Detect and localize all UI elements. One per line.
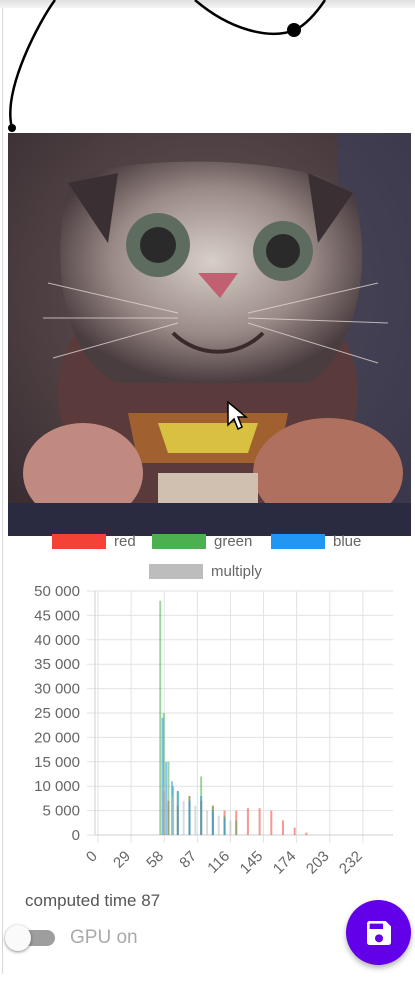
- x-tick-label: 0: [83, 848, 101, 866]
- y-tick-label: 50 000: [34, 583, 80, 600]
- bar-multiply: [170, 795, 173, 835]
- bar-multiply: [229, 820, 232, 835]
- y-tick-label: 15 000: [34, 754, 80, 771]
- y-tick-label: 20 000: [34, 729, 80, 746]
- x-tick-label: 145: [237, 848, 267, 878]
- y-tick-label: 25 000: [34, 705, 80, 722]
- legend-item-blue[interactable]: blue: [271, 533, 361, 550]
- bar-blue: [188, 800, 191, 835]
- legend-swatch-blue: [271, 534, 325, 549]
- bar-blue: [200, 795, 203, 835]
- y-tick-label: 0: [72, 827, 80, 844]
- y-tick-label: 5 000: [42, 803, 80, 820]
- legend-label: red: [114, 533, 136, 550]
- bar-red: [281, 820, 284, 835]
- x-tick-label: 58: [143, 848, 167, 872]
- x-tick-label: 116: [204, 848, 233, 877]
- legend-item-red[interactable]: red: [52, 533, 136, 550]
- bar-multiply: [194, 805, 197, 835]
- save-button[interactable]: [346, 900, 411, 965]
- bar-green: [235, 820, 238, 835]
- bar-multiply: [182, 800, 185, 835]
- bar-blue: [223, 817, 226, 835]
- gpu-toggle[interactable]: [5, 925, 59, 951]
- computed-time-text: computed time 87: [25, 891, 161, 910]
- legend-label: blue: [333, 533, 362, 550]
- bar-blue: [165, 761, 168, 835]
- legend-swatch-red: [52, 534, 106, 549]
- bar-red: [305, 832, 308, 835]
- legend-label: green: [214, 533, 253, 550]
- y-tick-label: 35 000: [34, 656, 80, 673]
- bar-multiply: [217, 815, 220, 835]
- mouse-cursor-icon: [227, 401, 249, 431]
- gpu-toggle-label: GPU on: [70, 927, 138, 948]
- y-tick-label: 30 000: [34, 681, 80, 698]
- bar-green: [159, 600, 162, 835]
- legend-item-multiply[interactable]: multiply: [149, 563, 262, 580]
- bar-blue: [211, 810, 214, 835]
- bar-multiply: [206, 810, 209, 835]
- legend-item-green[interactable]: green: [152, 533, 252, 550]
- bar-red: [258, 808, 261, 835]
- bar-green: [167, 761, 170, 835]
- bar-red: [293, 827, 296, 835]
- toggle-knob: [5, 925, 31, 951]
- x-tick-label: 174: [270, 848, 300, 878]
- bar-blue: [176, 791, 179, 835]
- chart-legend: red green blue multiply: [0, 532, 415, 580]
- bar-multiply: [162, 786, 165, 835]
- x-tick-label: 29: [110, 848, 134, 872]
- y-tick-label: 45 000: [34, 607, 80, 624]
- x-tick-label: 87: [176, 848, 200, 872]
- y-tick-label: 40 000: [34, 632, 80, 649]
- x-tick-label: 232: [336, 848, 366, 878]
- bar-red: [246, 808, 249, 835]
- cat-image: [8, 133, 411, 536]
- legend-label: multiply: [211, 563, 262, 580]
- histogram-chart: 50 000 45 000 40 000 35 000 30 000 25 000 20 0…: [34, 583, 393, 878]
- x-tick-label: 203: [303, 848, 333, 878]
- legend-swatch-green: [152, 534, 206, 549]
- floppy-disk-icon: [366, 920, 391, 945]
- bar-red: [270, 810, 273, 835]
- legend-swatch-multiply: [149, 564, 203, 579]
- drawn-curve: [8, 0, 327, 132]
- y-tick-label: 10 000: [34, 778, 80, 795]
